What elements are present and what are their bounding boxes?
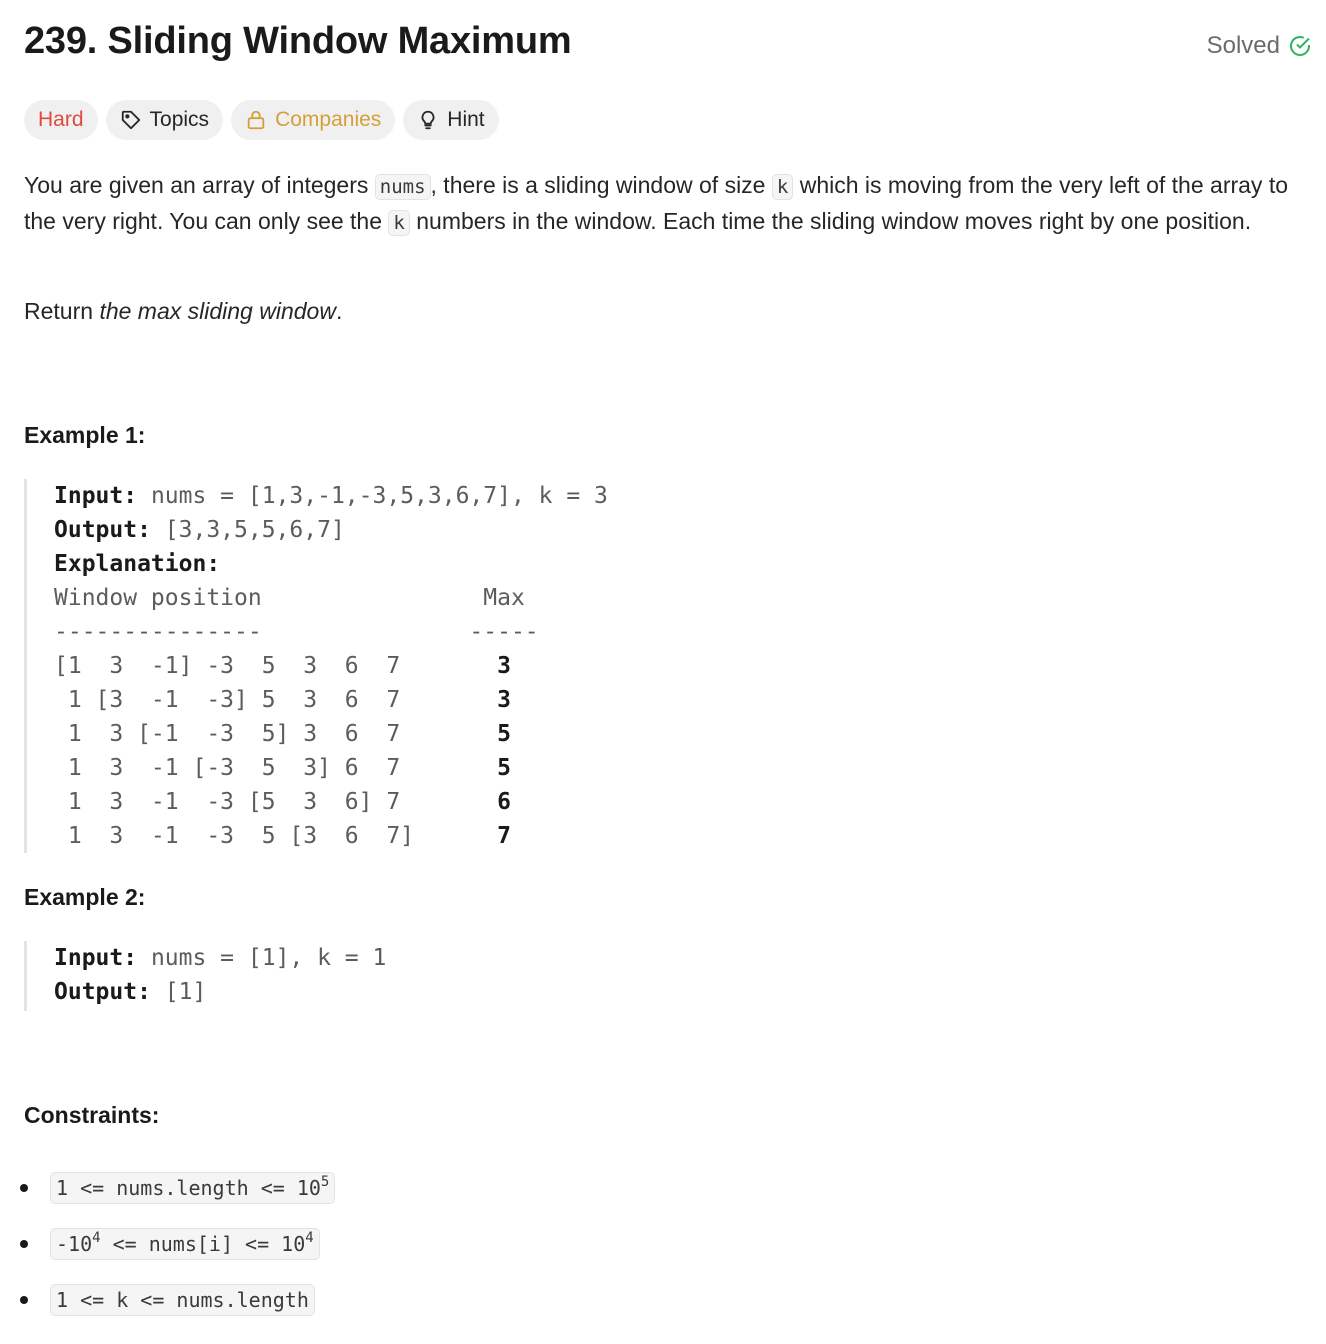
table-row: 1 3 [-1 -3 5] 3 6 7 [54,721,498,747]
constraint-code: 1 <= k <= nums.length [50,1284,315,1316]
bullet-icon [20,1296,28,1304]
check-circle-icon [1290,36,1310,56]
constraints-list: 1 <= nums.length <= 105 -104 <= nums[i] … [20,1160,336,1328]
table-row: 1 [3 -1 -3] 5 3 6 7 [54,687,498,713]
bullet-icon [20,1240,28,1248]
solved-status: Solved [1207,32,1312,60]
list-item: 1 <= nums.length <= 105 [20,1160,336,1216]
difficulty-badge: Hard [24,100,98,140]
code-k: k [771,174,794,200]
hint-label: Hint [447,108,485,131]
constraints-heading: Constraints: [24,1102,160,1128]
list-item: 1 <= k <= nums.length [20,1272,335,1328]
constraint-code: -104 <= nums[i] <= 104 [50,1228,320,1260]
table-rule: --------------- ----- [54,619,539,645]
table-row: [1 3 -1] -3 5 3 6 7 [54,653,498,679]
code-nums: nums [374,174,431,200]
companies-label: Companies [275,108,382,131]
example-2-heading: Example 2: [24,884,146,910]
table-row: 1 3 -1 -3 [5 3 6] 7 [54,789,498,815]
bullet-icon [20,1184,28,1192]
page-title: 239. Sliding Window Maximum [24,20,572,62]
problem-description: You are given an array of integers nums,… [24,172,1289,236]
lock-icon [247,110,265,130]
topics-label: Topics [149,108,210,131]
list-item: -104 <= nums[i] <= 104 [20,1216,335,1272]
constraint-code: 1 <= nums.length <= 105 [50,1172,336,1204]
example-1-heading: Example 1: [24,422,146,448]
code-k: k [388,210,410,236]
solved-label: Solved [1206,32,1280,59]
table-row: 1 3 -1 -3 5 [3 6 7] [54,823,498,849]
tag-icon [121,110,140,130]
table-header: Window position Max [54,585,525,611]
example-2-block: Input: nums = [1], k = 1 Output: [1] [24,941,386,1011]
hint-button[interactable]: Hint [403,100,499,140]
return-statement: Return the max sliding window. [24,298,343,324]
companies-button[interactable]: Companies [231,100,396,140]
tag-bar: Hard Topics Companies Hint [24,100,499,140]
example-1-block: Input: nums = [1,3,-1,-3,5,3,6,7], k = 3… [24,479,608,853]
lightbulb-icon [421,110,435,130]
topics-button[interactable]: Topics [105,100,224,140]
table-row: 1 3 -1 [-3 5 3] 6 7 [54,755,498,781]
